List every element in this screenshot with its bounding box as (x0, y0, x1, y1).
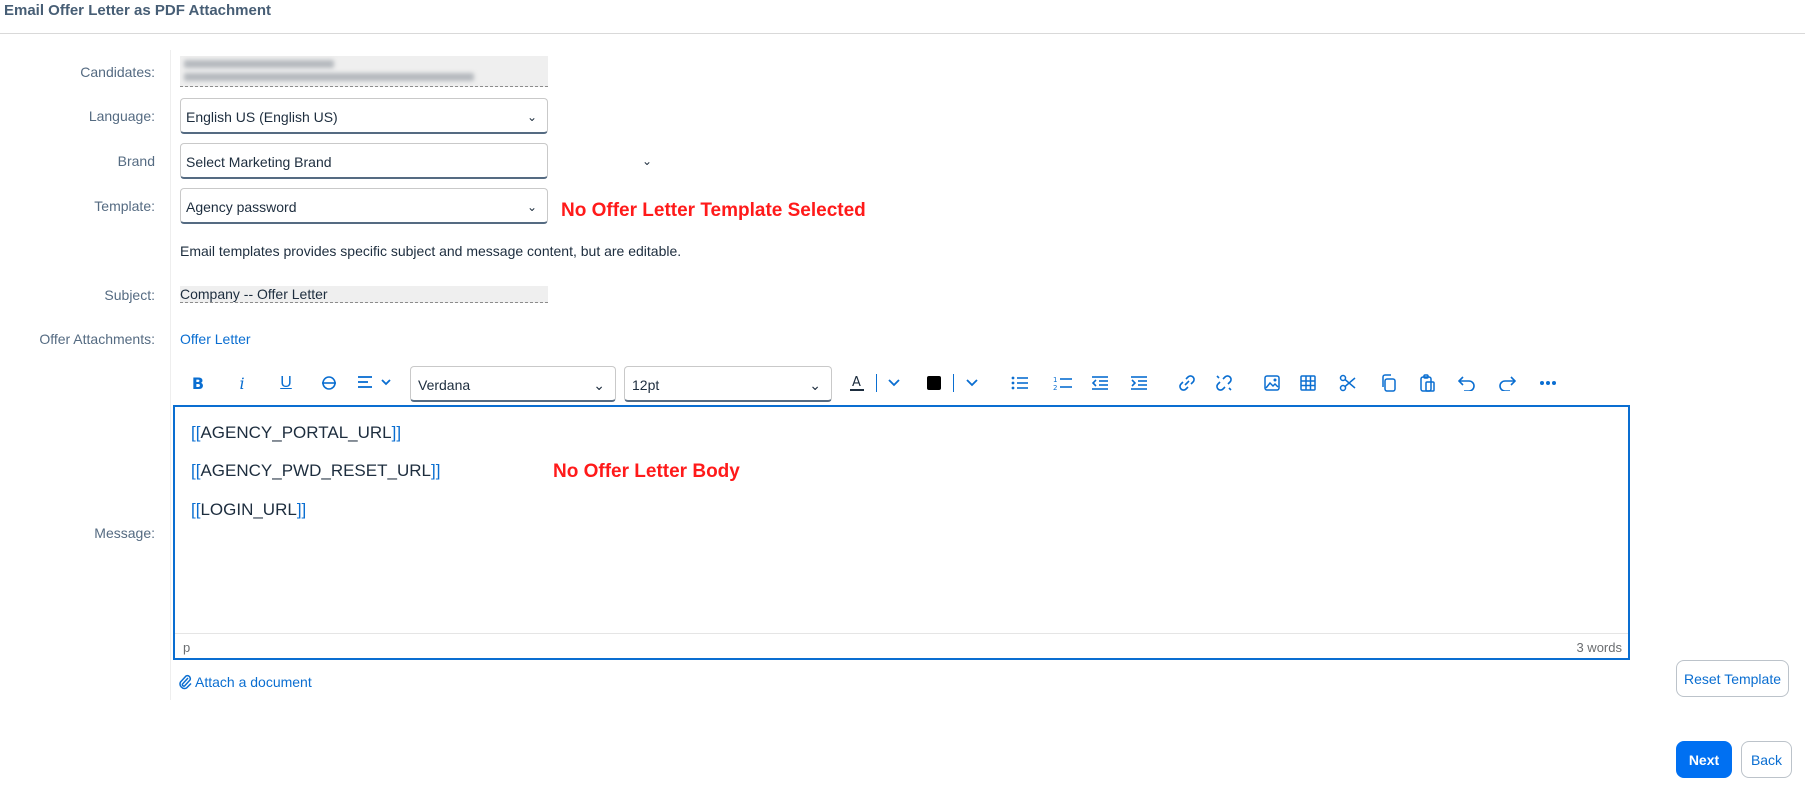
brand-select-value: Select Marketing Brand (186, 154, 332, 170)
svg-text:A: A (852, 375, 861, 390)
editor-status-bar: p 3 words (175, 633, 1628, 658)
strikethrough-icon[interactable] (316, 367, 342, 399)
italic-icon[interactable]: i (230, 367, 254, 399)
reset-template-button[interactable]: Reset Template (1676, 660, 1789, 697)
svg-text:2: 2 (1053, 384, 1057, 391)
paperclip-icon (179, 674, 192, 690)
no-body-warning: No Offer Letter Body (553, 461, 740, 482)
offer-letter-link[interactable]: Offer Letter (180, 331, 251, 347)
chevron-down-icon: ⌄ (526, 200, 537, 214)
undo-icon[interactable] (1455, 367, 1479, 399)
brand-label: Brand (117, 153, 155, 169)
unlink-icon[interactable] (1212, 367, 1236, 399)
token-close-bracket: ]] (296, 500, 307, 519)
redo-icon[interactable] (1495, 367, 1519, 399)
candidates-label: Candidates: (80, 64, 155, 80)
next-button[interactable]: Next (1676, 741, 1732, 778)
message-label: Message: (94, 525, 155, 541)
attach-document-label: Attach a document (195, 674, 312, 690)
separator (953, 374, 954, 392)
svg-text:1: 1 (1053, 376, 1057, 384)
subject-label: Subject: (104, 287, 155, 303)
merge-token: LOGIN_URL (200, 500, 297, 519)
element-path[interactable]: p (183, 640, 190, 655)
text-color-icon[interactable]: A (846, 367, 868, 399)
indent-icon[interactable] (1127, 367, 1151, 399)
more-icon[interactable] (1535, 367, 1561, 399)
bullet-list-icon[interactable] (1008, 367, 1032, 399)
bold-icon[interactable]: B (186, 367, 210, 399)
token-close-bracket: ]] (391, 423, 402, 442)
attach-document-link[interactable]: Attach a document (178, 674, 312, 690)
subject-field[interactable]: Company -- Offer Letter (180, 286, 548, 303)
offer-attachments-label: Offer Attachments: (39, 331, 155, 347)
chevron-down-icon: ⌄ (809, 377, 821, 393)
link-icon[interactable] (1175, 367, 1199, 399)
language-select[interactable]: English US (English US) ⌄ (180, 98, 548, 134)
token-close-bracket: ]] (430, 461, 441, 480)
template-select[interactable]: Agency password ⌄ (180, 188, 548, 224)
template-select-value: Agency password (186, 199, 297, 215)
font-family-select[interactable]: Verdana ⌄ (410, 366, 616, 402)
background-color-icon[interactable] (922, 367, 946, 399)
underline-icon[interactable]: U (274, 367, 298, 399)
copy-icon[interactable] (1376, 367, 1400, 399)
chevron-down-icon[interactable] (882, 367, 906, 399)
outdent-icon[interactable] (1088, 367, 1112, 399)
paste-icon[interactable] (1415, 367, 1439, 399)
image-icon[interactable] (1260, 367, 1284, 399)
language-label: Language: (88, 108, 155, 124)
brand-chevron-down-icon[interactable]: ⌄ (642, 154, 652, 168)
table-icon[interactable] (1296, 367, 1320, 399)
editor-line: [[AGENCY_PORTAL_URL]] (191, 423, 401, 443)
title-divider (0, 33, 1805, 34)
language-select-value: English US (English US) (186, 109, 338, 125)
message-editor[interactable]: [[AGENCY_PORTAL_URL]] [[AGENCY_PWD_RESET… (173, 405, 1630, 660)
form-divider (170, 50, 171, 700)
page-title: Email Offer Letter as PDF Attachment (4, 2, 272, 19)
align-icon[interactable] (356, 367, 396, 399)
font-family-value: Verdana (418, 377, 471, 393)
template-helper-text: Email templates provides specific subjec… (180, 243, 682, 259)
numbered-list-icon[interactable]: 12 (1050, 367, 1076, 399)
chevron-down-icon: ⌄ (593, 377, 605, 393)
chevron-down-icon: ⌄ (526, 110, 537, 124)
merge-token: AGENCY_PWD_RESET_URL (200, 461, 431, 480)
font-size-value: 12pt (632, 377, 660, 393)
editor-line: [[AGENCY_PWD_RESET_URL]] (191, 461, 440, 481)
template-label: Template: (94, 198, 155, 214)
font-size-select[interactable]: 12pt ⌄ (624, 366, 832, 402)
candidates-field[interactable] (180, 56, 548, 87)
cut-icon[interactable] (1336, 367, 1360, 399)
no-template-warning: No Offer Letter Template Selected (561, 200, 866, 221)
merge-token: AGENCY_PORTAL_URL (200, 423, 392, 442)
chevron-down-icon[interactable] (960, 367, 984, 399)
brand-select[interactable]: Select Marketing Brand (180, 143, 548, 179)
separator (876, 374, 877, 392)
word-count: 3 words (1576, 640, 1622, 655)
back-button[interactable]: Back (1741, 741, 1792, 778)
editor-line: [[LOGIN_URL]] (191, 500, 306, 520)
